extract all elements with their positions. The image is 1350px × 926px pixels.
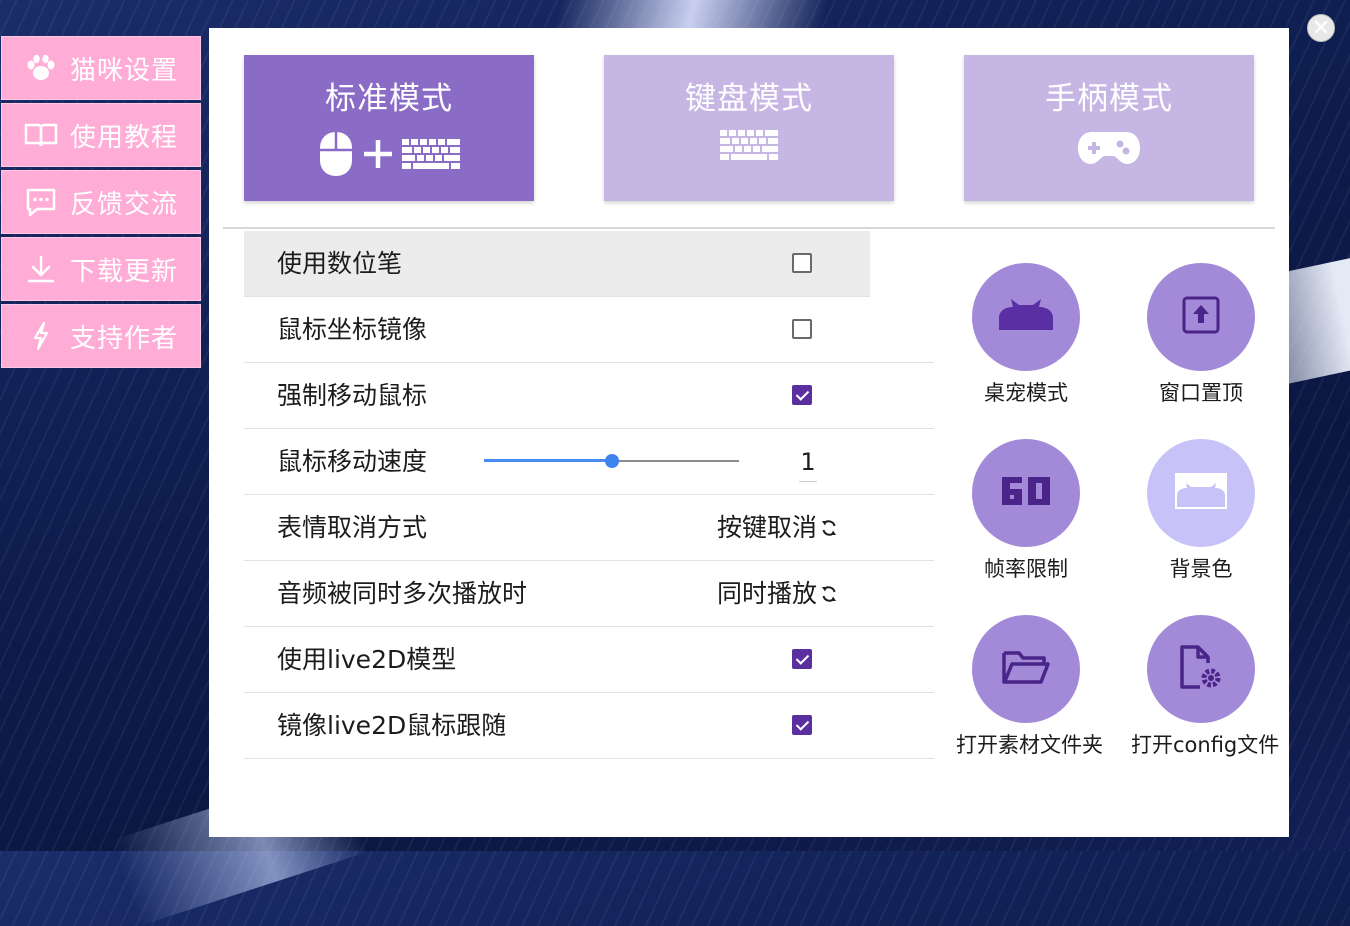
- quick-circle: [972, 615, 1080, 723]
- fps-60-icon: [998, 473, 1054, 513]
- quick-label: 背景色: [1169, 557, 1233, 581]
- sidebar-item-label: 下载更新: [70, 256, 179, 287]
- sidebar-item-label: 支持作者: [70, 323, 179, 354]
- open-config-file-button[interactable]: 打开config文件: [1131, 615, 1280, 759]
- plus-icon: [360, 136, 396, 176]
- background-color-button[interactable]: 背景色: [1131, 439, 1271, 583]
- setting-row-use-live2d: 使用live2D模型: [244, 627, 934, 693]
- setting-label: 镜像live2D鼠标跟随: [277, 711, 507, 740]
- sidebar-item-download-update[interactable]: 下载更新: [1, 237, 201, 301]
- setting-label: 使用live2D模型: [277, 645, 457, 674]
- quick-label: 打开素材文件夹: [956, 733, 1103, 757]
- book-icon: [24, 118, 58, 152]
- quick-circle: [972, 263, 1080, 371]
- always-on-top-button[interactable]: 窗口置顶: [1131, 263, 1271, 407]
- pin-top-icon: [1181, 295, 1221, 339]
- setting-row-audio-multi: 音频被同时多次播放时 同时播放: [244, 561, 934, 627]
- mode-gamepad-button[interactable]: 手柄模式: [964, 55, 1254, 201]
- mode-standard-button[interactable]: 标准模式: [244, 55, 534, 201]
- mode-title: 标准模式: [325, 81, 453, 117]
- chat-icon: [24, 185, 58, 219]
- emote-cancel-value: 按键取消: [716, 513, 817, 542]
- emote-cancel-toggle[interactable]: 按键取消: [717, 495, 839, 561]
- mode-title: 手柄模式: [1045, 81, 1173, 117]
- quick-label: 帧率限制: [984, 557, 1068, 581]
- keyboard-icon: [720, 130, 778, 164]
- settings-panel: 标准模式 键盘模式 手柄模式 使用数位笔 鼠标坐标镜像 强制移动鼠标 鼠标移动速…: [209, 28, 1289, 837]
- folder-icon: [1001, 647, 1051, 691]
- section-divider: [223, 227, 1275, 229]
- close-button[interactable]: [1307, 14, 1335, 42]
- sidebar-item-feedback[interactable]: 反馈交流: [1, 170, 201, 234]
- quick-label: 窗口置顶: [1159, 381, 1243, 405]
- use-live2d-checkbox[interactable]: [792, 649, 812, 669]
- cycle-icon: [819, 518, 839, 538]
- frame-limit-button[interactable]: 帧率限制: [956, 439, 1096, 583]
- audio-multi-toggle[interactable]: 同时播放: [717, 561, 839, 627]
- setting-label: 音频被同时多次播放时: [277, 579, 528, 608]
- setting-row-mouse-mirror: 鼠标坐标镜像: [244, 297, 934, 363]
- mouse-speed-slider[interactable]: [484, 454, 739, 468]
- sidebar-item-label: 猫咪设置: [70, 55, 179, 86]
- setting-row-mirror-live2d: 镜像live2D鼠标跟随: [244, 693, 934, 759]
- paw-icon: [24, 51, 58, 85]
- setting-label: 表情取消方式: [277, 513, 428, 542]
- download-icon: [24, 252, 58, 286]
- settings-list: 使用数位笔 鼠标坐标镜像 强制移动鼠标 鼠标移动速度 1 表情取消方式 按键取消: [244, 231, 934, 759]
- setting-row-mouse-speed: 鼠标移动速度 1: [244, 429, 934, 495]
- cat-silhouette-icon: [997, 298, 1055, 336]
- setting-label: 鼠标坐标镜像: [277, 315, 428, 344]
- file-settings-icon: [1178, 643, 1224, 695]
- quick-circle: [1147, 615, 1255, 723]
- mode-keyboard-button[interactable]: 键盘模式: [604, 55, 894, 201]
- quick-label: 打开config文件: [1131, 733, 1280, 757]
- mirror-live2d-checkbox[interactable]: [792, 715, 812, 735]
- gamepad-icon: [1078, 130, 1140, 170]
- setting-label: 强制移动鼠标: [277, 381, 428, 410]
- close-icon: [1314, 19, 1328, 38]
- setting-label: 使用数位笔: [277, 249, 403, 278]
- audio-multi-value: 同时播放: [716, 579, 817, 608]
- setting-label: 鼠标移动速度: [277, 447, 428, 476]
- keyboard-icon: [402, 139, 460, 173]
- mode-title: 键盘模式: [685, 81, 813, 117]
- sidebar-item-label: 使用教程: [70, 122, 179, 153]
- setting-row-digital-pen: 使用数位笔: [244, 231, 870, 297]
- force-move-checkbox[interactable]: [792, 385, 812, 405]
- cycle-icon: [819, 584, 839, 604]
- mouse-mirror-checkbox[interactable]: [792, 319, 812, 339]
- slider-fill: [484, 459, 612, 462]
- slider-thumb[interactable]: [604, 454, 619, 468]
- sidebar-item-tutorial[interactable]: 使用教程: [1, 103, 201, 167]
- quick-circle: [1147, 439, 1255, 547]
- quick-label: 桌宠模式: [984, 381, 1068, 405]
- sidebar-item-label: 反馈交流: [70, 189, 179, 220]
- mouse-icon: [318, 130, 354, 182]
- mouse-speed-value[interactable]: 1: [799, 429, 817, 482]
- background-image-icon: [1173, 471, 1229, 515]
- sidebar-item-support-author[interactable]: 支持作者: [1, 304, 201, 368]
- setting-row-force-move: 强制移动鼠标: [244, 363, 934, 429]
- quick-circle: [1147, 263, 1255, 371]
- sidebar-item-cat-settings[interactable]: 猫咪设置: [1, 36, 201, 100]
- bolt-icon: [24, 319, 58, 353]
- sidebar: 猫咪设置 使用教程 反馈交流 下载更新 支持作者: [1, 36, 201, 371]
- setting-row-emote-cancel: 表情取消方式 按键取消: [244, 495, 934, 561]
- open-assets-folder-button[interactable]: 打开素材文件夹: [956, 615, 1103, 759]
- desktop-pet-button[interactable]: 桌宠模式: [956, 263, 1096, 407]
- quick-circle: [972, 439, 1080, 547]
- digital-pen-checkbox[interactable]: [792, 253, 812, 273]
